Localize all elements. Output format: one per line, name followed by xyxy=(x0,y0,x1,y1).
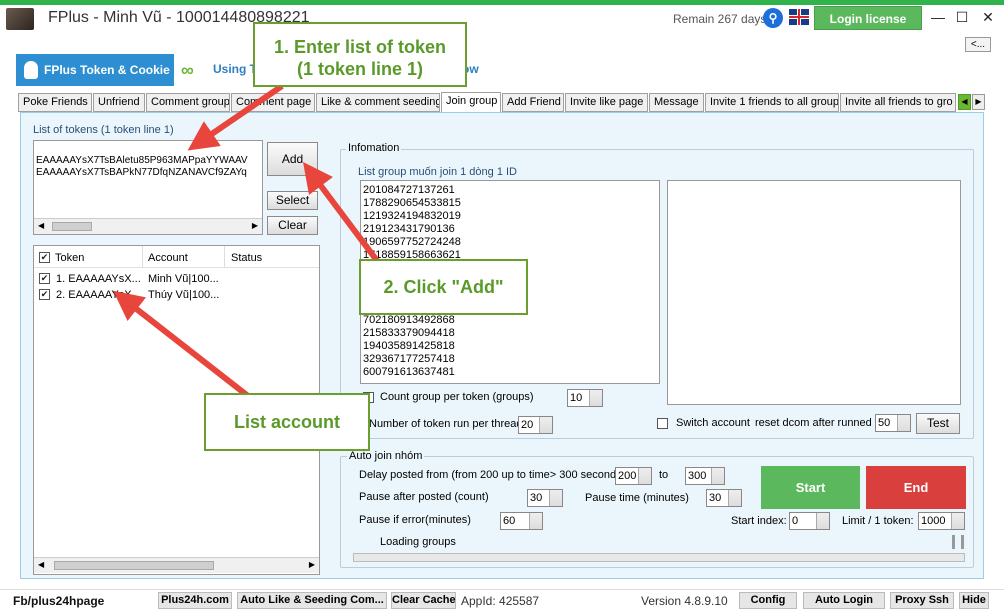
callout-click-add: 2. Click "Add" xyxy=(359,259,528,315)
callout-text: 1. Enter list of token xyxy=(273,37,447,57)
callout-text: (1 token line 1) xyxy=(296,59,424,79)
callout-list-account: List account xyxy=(204,393,370,451)
arrow-to-account-list xyxy=(113,290,250,399)
callout-enter-tokens: 1. Enter list of token (1 token line 1) xyxy=(253,22,467,87)
arrow-to-token-box xyxy=(187,83,284,151)
arrow-to-add-button xyxy=(303,162,381,264)
